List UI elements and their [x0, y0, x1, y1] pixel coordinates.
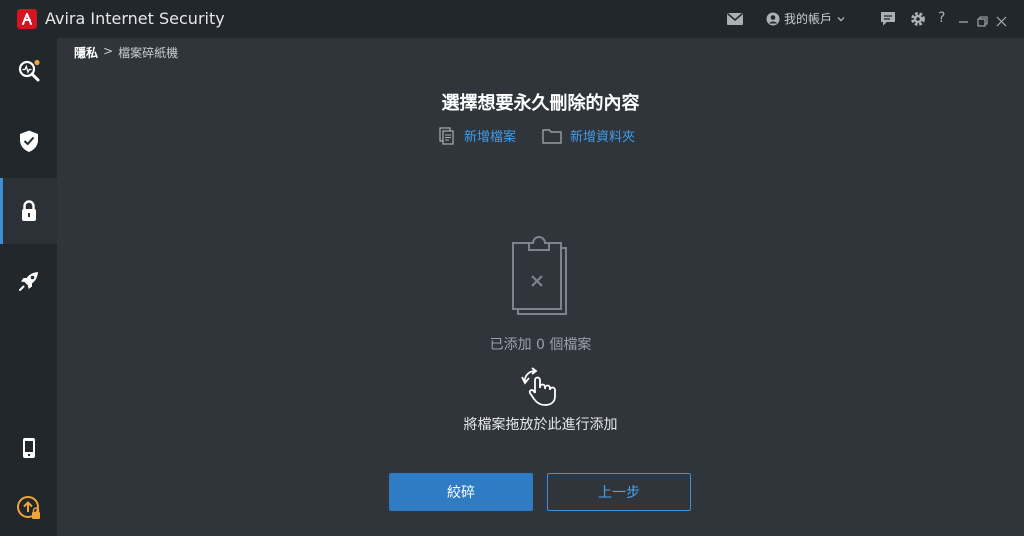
notification-dot — [33, 59, 40, 66]
files-added-count: 已添加 0 個檔案 — [489, 337, 592, 353]
shred-button[interactable]: 絞碎 — [389, 473, 533, 511]
add-folder-link[interactable]: 新增資料夾 — [542, 126, 635, 145]
sidebar-item-protection[interactable] — [0, 108, 57, 174]
add-folder-label: 新增資料夾 — [570, 130, 636, 145]
folder-icon — [542, 128, 562, 144]
account-menu[interactable]: 我的帳戶 — [766, 10, 846, 27]
feedback-icon[interactable] — [879, 10, 897, 32]
scan-search-icon — [18, 59, 40, 82]
lock-icon — [21, 200, 36, 221]
breadcrumb: 隱私 > 檔案碎紙機 — [74, 44, 178, 61]
upgrade-icon — [16, 496, 40, 519]
gear-icon[interactable] — [909, 10, 927, 32]
page-title: 選擇想要永久刪除的內容 — [441, 93, 640, 114]
breadcrumb-separator: > — [103, 44, 114, 58]
user-icon — [766, 12, 780, 25]
account-label: 我的帳戶 — [784, 12, 833, 26]
help-button[interactable]: ? — [938, 10, 945, 26]
drop-hint: 將檔案拖放於此進行添加 — [463, 417, 618, 433]
mobile-phone-icon — [22, 438, 35, 458]
chevron-down-icon — [837, 16, 845, 21]
restore-icon[interactable] — [977, 12, 988, 31]
shield-check-icon — [19, 130, 38, 152]
avira-logo-icon — [17, 9, 37, 29]
minimize-icon[interactable] — [958, 12, 969, 31]
mail-icon[interactable] — [726, 11, 744, 30]
drag-hand-icon — [519, 366, 561, 412]
sidebar-item-performance[interactable] — [0, 248, 57, 314]
title-bar: Avira Internet Security 我的帳戶 ? — [0, 0, 1024, 38]
close-icon[interactable] — [996, 12, 1007, 31]
sidebar — [0, 38, 57, 536]
sidebar-item-upgrade[interactable] — [0, 486, 57, 530]
file-copy-icon — [439, 126, 454, 145]
back-button[interactable]: 上一步 — [547, 473, 691, 511]
breadcrumb-current: 檔案碎紙機 — [118, 46, 179, 60]
breadcrumb-parent[interactable]: 隱私 — [74, 44, 98, 61]
sidebar-item-privacy[interactable] — [0, 178, 57, 244]
app-title: Avira Internet Security — [45, 9, 225, 28]
sidebar-item-scan[interactable] — [0, 38, 57, 104]
sidebar-item-mobile[interactable] — [0, 426, 57, 470]
rocket-icon — [18, 272, 38, 291]
add-file-label: 新增檔案 — [464, 130, 517, 145]
add-file-link[interactable]: 新增檔案 — [438, 126, 516, 145]
empty-clipboard-icon — [509, 234, 571, 322]
